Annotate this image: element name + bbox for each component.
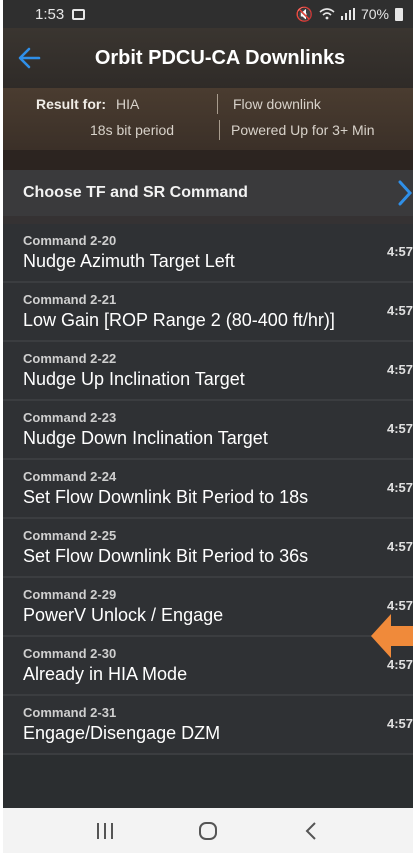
back-button[interactable] bbox=[3, 28, 55, 88]
battery-icon bbox=[395, 7, 403, 21]
list-item[interactable]: Command 2-23 Nudge Down Inclination Targ… bbox=[3, 401, 413, 460]
chevron-left-icon bbox=[305, 821, 317, 840]
command-time: 4:57 bbox=[386, 362, 413, 377]
app-bar: Orbit PDCU-CA Downlinks bbox=[3, 28, 413, 88]
command-name: Engage/Disengage DZM bbox=[23, 723, 221, 743]
command-list: Command 2-20 Nudge Azimuth Target Left 4… bbox=[3, 224, 413, 755]
wifi-icon bbox=[319, 8, 335, 20]
divider bbox=[217, 94, 218, 114]
command-id: Command 2-29 bbox=[23, 587, 117, 602]
list-item[interactable]: Command 2-25 Set Flow Downlink Bit Perio… bbox=[3, 519, 413, 578]
list-item[interactable]: Command 2-24 Set Flow Downlink Bit Perio… bbox=[3, 460, 413, 519]
command-id: Command 2-24 bbox=[23, 469, 117, 484]
command-time: 4:57 bbox=[386, 539, 413, 554]
divider bbox=[219, 120, 220, 140]
command-id: Command 2-22 bbox=[23, 351, 117, 366]
command-name: Set Flow Downlink Bit Period to 36s bbox=[23, 546, 309, 566]
choose-command-label: Choose TF and SR Command bbox=[23, 184, 248, 201]
battery-percent: 70% bbox=[360, 6, 389, 22]
system-nav-bar bbox=[3, 808, 413, 853]
signal-icon bbox=[340, 8, 355, 20]
command-name: Set Flow Downlink Bit Period to 18s bbox=[23, 487, 309, 507]
header-gap bbox=[3, 150, 413, 170]
home-button[interactable] bbox=[183, 808, 233, 853]
command-name: Low Gain [ROP Range 2 (80-400 ft/hr)] bbox=[23, 310, 335, 330]
list-item[interactable]: Command 2-31 Engage/Disengage DZM 4:57 bbox=[3, 696, 413, 755]
result-downlink: Flow downlink bbox=[233, 96, 321, 112]
command-id: Command 2-21 bbox=[23, 292, 117, 307]
result-mode: HIA bbox=[116, 96, 140, 112]
mute-icon: 🔇 bbox=[295, 5, 313, 22]
command-name: Nudge Azimuth Target Left bbox=[23, 251, 235, 271]
gallery-notification-icon bbox=[72, 8, 86, 20]
command-time: 4:57 bbox=[386, 303, 413, 318]
command-time: 4:57 bbox=[386, 716, 413, 731]
back-arrow-icon bbox=[18, 47, 41, 69]
status-time: 1:53 bbox=[35, 5, 65, 23]
command-name: PowerV Unlock / Engage bbox=[23, 605, 224, 625]
list-item[interactable]: Command 2-29 PowerV Unlock / Engage 4:57 bbox=[3, 578, 413, 637]
result-bit-period: 18s bit period bbox=[90, 122, 175, 138]
recents-button[interactable] bbox=[80, 808, 130, 853]
command-name: Nudge Up Inclination Target bbox=[23, 369, 245, 389]
command-id: Command 2-20 bbox=[23, 233, 117, 248]
command-time: 4:57 bbox=[386, 421, 413, 436]
back-nav-button[interactable] bbox=[286, 808, 336, 853]
list-item[interactable]: Command 2-22 Nudge Up Inclination Target… bbox=[3, 342, 413, 401]
list-item[interactable]: Command 2-20 Nudge Azimuth Target Left 4… bbox=[3, 224, 413, 283]
highlight-arrow-icon bbox=[371, 614, 413, 658]
result-power: Powered Up for 3+ Min bbox=[231, 122, 375, 138]
command-name: Nudge Down Inclination Target bbox=[23, 428, 268, 448]
command-id: Command 2-23 bbox=[23, 410, 117, 425]
status-bar: 1:53 🔇 70% bbox=[3, 0, 413, 28]
page-title: Orbit PDCU-CA Downlinks bbox=[94, 46, 346, 69]
recents-icon bbox=[96, 822, 113, 839]
command-time: 4:57 bbox=[386, 598, 413, 613]
section-separator bbox=[3, 216, 413, 224]
command-id: Command 2-30 bbox=[23, 646, 117, 661]
choose-command-row[interactable]: Choose TF and SR Command bbox=[3, 170, 413, 216]
command-time: 4:57 bbox=[386, 480, 413, 495]
result-label: Result for: bbox=[36, 96, 106, 112]
command-id: Command 2-25 bbox=[23, 528, 117, 543]
chevron-right-icon bbox=[398, 180, 413, 206]
status-right: 🔇 70% bbox=[296, 6, 403, 23]
phone-screen: 1:53 🔇 70% Orbit PDCU-CA Downlinks Resul… bbox=[3, 0, 413, 853]
command-name: Already in HIA Mode bbox=[23, 664, 188, 684]
result-summary: Result for: HIA 18s bit period Flow down… bbox=[3, 88, 413, 150]
command-id: Command 2-31 bbox=[23, 705, 117, 720]
list-item[interactable]: Command 2-30 Already in HIA Mode 4:57 bbox=[3, 637, 413, 696]
command-time: 4:57 bbox=[386, 244, 413, 259]
home-icon bbox=[198, 821, 217, 840]
list-item[interactable]: Command 2-21 Low Gain [ROP Range 2 (80-4… bbox=[3, 283, 413, 342]
